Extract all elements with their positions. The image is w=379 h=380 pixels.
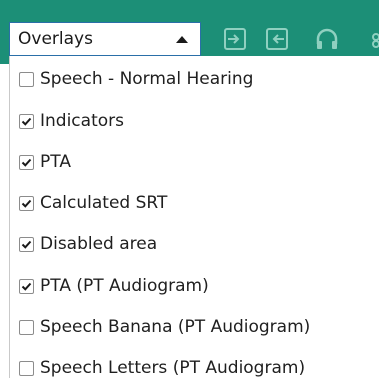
- overlay-option[interactable]: Speech - Normal Hearing: [19, 67, 253, 91]
- import-arrow-icon: [222, 26, 248, 52]
- overlay-checkbox[interactable]: [19, 319, 34, 335]
- checkmark-icon: [21, 158, 32, 167]
- overlay-option-label: Calculated SRT: [40, 193, 168, 213]
- overlay-option-label: Speech - Normal Hearing: [40, 69, 254, 89]
- overlay-option[interactable]: PTA (PT Audiogram): [19, 274, 209, 298]
- overlays-option-list: Speech - Normal Hearing Indicators PTA Calc…: [9, 56, 379, 378]
- overlay-checkbox[interactable]: [19, 113, 34, 129]
- overlay-option-label: PTA (PT Audiogram): [40, 276, 209, 296]
- overlay-option-label: Speech Banana (PT Audiogram): [40, 317, 311, 337]
- checkmark-icon: [21, 240, 32, 249]
- overlay-checkbox[interactable]: [19, 154, 34, 170]
- overlay-option-label: PTA: [40, 152, 71, 172]
- overlay-option[interactable]: Indicators: [19, 109, 124, 133]
- overlays-dropdown[interactable]: Overlays: [9, 22, 201, 56]
- partial-tool-icon: [364, 26, 379, 52]
- overlay-option[interactable]: Calculated SRT: [19, 191, 167, 215]
- headphones-icon: [314, 26, 340, 52]
- export-arrow-icon: [264, 26, 290, 52]
- overlay-option-label: Indicators: [40, 111, 124, 131]
- checkmark-icon: [21, 117, 32, 126]
- overlay-checkbox[interactable]: [19, 195, 34, 211]
- overlay-checkbox[interactable]: [19, 236, 34, 252]
- export-button[interactable]: [264, 26, 290, 52]
- checkmark-icon: [21, 199, 32, 208]
- overlay-option[interactable]: Disabled area: [19, 232, 157, 256]
- overlay-option[interactable]: Speech Letters (PT Audiogram): [19, 356, 305, 380]
- overlays-dropdown-value: Overlays: [18, 29, 93, 49]
- caret-up-icon: [176, 35, 188, 43]
- overlay-checkbox[interactable]: [19, 71, 34, 87]
- toolbar: Overlays: [0, 0, 379, 64]
- overlay-option-label: Disabled area: [40, 234, 158, 254]
- overlay-checkbox[interactable]: [19, 360, 34, 376]
- overlay-option-label: Speech Letters (PT Audiogram): [40, 358, 306, 378]
- headphones-button[interactable]: [314, 26, 340, 52]
- overlay-option[interactable]: PTA: [19, 150, 71, 174]
- overlay-option[interactable]: Speech Banana (PT Audiogram): [19, 315, 310, 339]
- overlay-checkbox[interactable]: [19, 278, 34, 294]
- checkmark-icon: [21, 282, 32, 291]
- more-tools-button[interactable]: [364, 26, 379, 52]
- import-button[interactable]: [222, 26, 248, 52]
